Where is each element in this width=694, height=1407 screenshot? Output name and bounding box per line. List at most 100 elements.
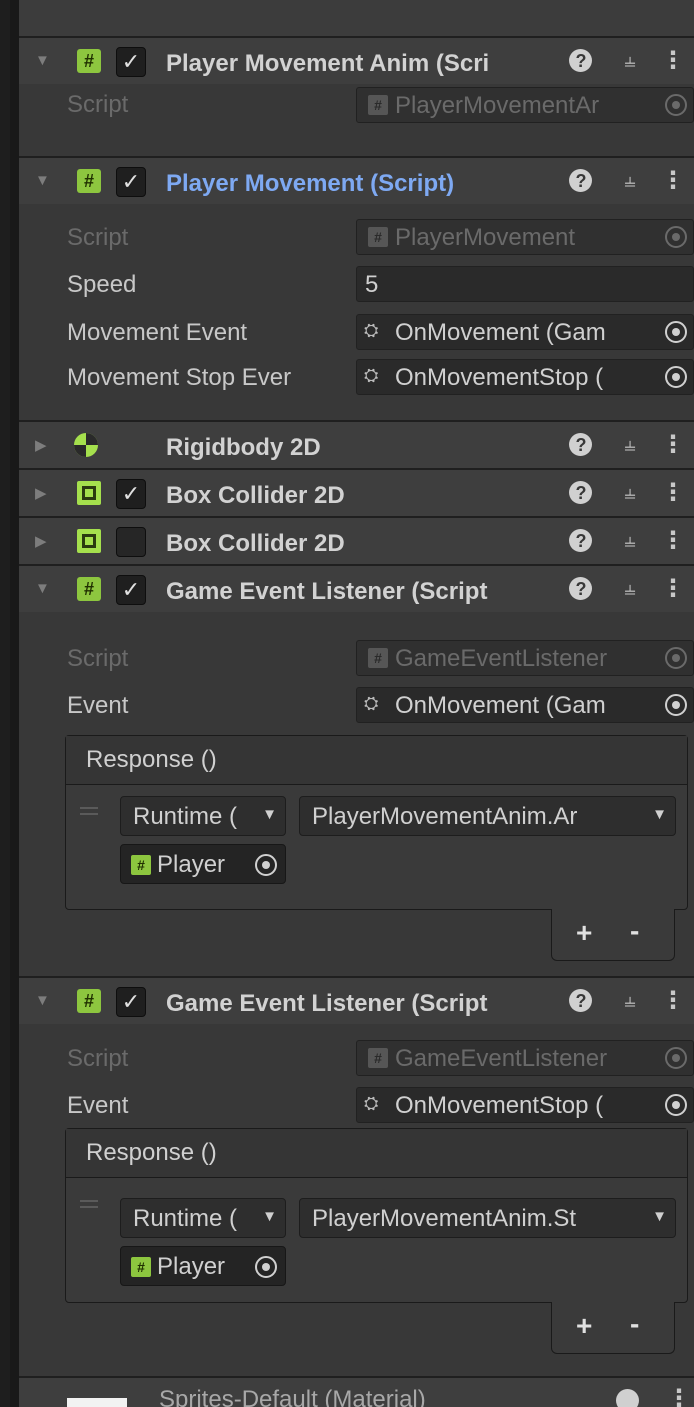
component-body: Script # GameEventListener Event ⛭ OnMov…	[19, 1024, 694, 1374]
script-object-field: # PlayerMovementAr	[356, 87, 694, 123]
event-field[interactable]: ⛭ OnMovementStop (	[356, 1087, 694, 1123]
field-label: Event	[67, 692, 129, 719]
foldout-arrow-icon[interactable]: ▼	[35, 52, 55, 69]
unity-event-header: Response ()	[66, 736, 687, 785]
help-icon[interactable]: ?	[568, 48, 594, 74]
field-label: Movement Event	[67, 319, 248, 346]
material-header[interactable]: Sprites-Default (Material) ⋮	[19, 1376, 694, 1407]
foldout-arrow-icon[interactable]: ▼	[35, 172, 55, 189]
scriptable-object-icon: ⛭	[364, 1093, 379, 1113]
component-enabled-checkbox[interactable]: ✓	[116, 47, 146, 77]
add-listener-button[interactable]: +	[576, 1310, 592, 1342]
component-title: Game Event Listener (Script	[166, 990, 488, 1017]
component-header[interactable]: ▶ Box Collider 2D ? ⫨ ⋮	[19, 516, 694, 564]
function-dropdown[interactable]: PlayerMovementAnim.St ▼	[299, 1198, 676, 1238]
help-icon[interactable]: ?	[568, 528, 594, 554]
inspector-panel: ▼ # ✓ Player Movement Anim (Scri ? ⫨ ⋮ S…	[19, 0, 694, 1407]
event-field[interactable]: ⛭ OnMovement (Gam	[356, 687, 694, 723]
kebab-menu-icon[interactable]: ⋮	[661, 48, 685, 74]
foldout-arrow-icon[interactable]: ▶	[35, 532, 55, 550]
foldout-arrow-icon[interactable]: ▶	[35, 436, 55, 454]
foldout-arrow-icon[interactable]: ▼	[35, 992, 55, 1009]
object-field-value: OnMovementStop (	[395, 1092, 604, 1119]
script-icon: #	[368, 1048, 388, 1068]
help-icon[interactable]: ?	[568, 432, 594, 458]
function-dropdown[interactable]: PlayerMovementAnim.Ar ▼	[299, 796, 676, 836]
object-field-value: PlayerMovement	[395, 224, 576, 251]
component-header[interactable]: ▶ Rigidbody 2D ? ⫨ ⋮	[19, 420, 694, 468]
object-field-value: OnMovement (Gam	[395, 692, 606, 719]
help-icon[interactable]: ?	[568, 576, 594, 602]
help-icon[interactable]	[615, 1388, 641, 1407]
field-label: Movement Stop Ever	[67, 364, 292, 391]
presets-icon[interactable]: ⫨	[617, 48, 643, 74]
object-picker-icon[interactable]	[665, 694, 687, 716]
drag-handle-icon[interactable]	[80, 807, 98, 815]
script-icon: #	[77, 577, 101, 601]
presets-icon[interactable]: ⫨	[617, 576, 643, 602]
foldout-arrow-icon[interactable]: ▶	[35, 484, 55, 502]
component-header[interactable]: ▼ # ✓ Player Movement (Script) ? ⫨ ⋮	[19, 156, 694, 204]
scriptable-object-icon: ⛭	[364, 693, 379, 713]
target-object-field[interactable]: # Player	[120, 1246, 286, 1286]
kebab-menu-icon[interactable]: ⋮	[661, 528, 685, 554]
material-preview-icon	[67, 1398, 127, 1407]
object-picker-icon[interactable]	[255, 1256, 277, 1278]
component-body: Script # PlayerMovementAr	[19, 84, 694, 126]
object-picker-icon[interactable]	[665, 1094, 687, 1116]
object-picker-icon	[665, 226, 687, 248]
presets-icon[interactable]: ⫨	[617, 432, 643, 458]
object-picker-icon[interactable]	[665, 321, 687, 343]
component-enabled-checkbox[interactable]	[116, 527, 146, 557]
component-enabled-checkbox[interactable]: ✓	[116, 575, 146, 605]
help-icon[interactable]: ?	[568, 988, 594, 1014]
script-icon: #	[368, 95, 388, 115]
component-enabled-checkbox[interactable]: ✓	[116, 987, 146, 1017]
kebab-menu-icon[interactable]: ⋮	[661, 576, 685, 602]
object-picker-icon[interactable]	[255, 854, 277, 876]
component-enabled-checkbox[interactable]: ✓	[116, 479, 146, 509]
inspector-top-remnant	[19, 0, 694, 38]
kebab-menu-icon[interactable]: ⋮	[667, 1384, 691, 1407]
dropdown-caret-icon: ▼	[262, 1208, 277, 1225]
field-label: Script	[67, 1045, 129, 1072]
kebab-menu-icon[interactable]: ⋮	[661, 988, 685, 1014]
kebab-menu-icon[interactable]: ⋮	[661, 432, 685, 458]
presets-icon[interactable]: ⫨	[617, 480, 643, 506]
presets-icon[interactable]: ⫨	[617, 528, 643, 554]
field-label: Script	[67, 224, 129, 251]
component-header[interactable]: ▼ # ✓ Game Event Listener (Script ? ⫨ ⋮	[19, 564, 694, 612]
remove-listener-button[interactable]: -	[630, 1308, 639, 1340]
kebab-menu-icon[interactable]: ⋮	[661, 480, 685, 506]
foldout-arrow-icon[interactable]: ▼	[35, 580, 55, 597]
target-object-field[interactable]: # Player	[120, 844, 286, 884]
runtime-dropdown[interactable]: Runtime ( ▼	[120, 1198, 286, 1238]
speed-input[interactable]: 5	[356, 266, 694, 302]
presets-icon[interactable]: ⫨	[617, 168, 643, 194]
add-listener-button[interactable]: +	[576, 917, 592, 949]
component-header[interactable]: ▼ # ✓ Game Event Listener (Script ? ⫨ ⋮	[19, 976, 694, 1024]
script-icon: #	[77, 989, 101, 1013]
component-header[interactable]: ▶ ✓ Box Collider 2D ? ⫨ ⋮	[19, 468, 694, 516]
runtime-dropdown-value: Runtime (	[133, 803, 238, 830]
object-picker-icon	[665, 647, 687, 669]
scriptable-object-icon: ⛭	[364, 365, 379, 385]
help-icon[interactable]: ?	[568, 480, 594, 506]
drag-handle-icon[interactable]	[80, 1200, 98, 1208]
runtime-dropdown[interactable]: Runtime ( ▼	[120, 796, 286, 836]
object-picker-icon[interactable]	[665, 366, 687, 388]
kebab-menu-icon[interactable]: ⋮	[661, 168, 685, 194]
movement-stop-event-field[interactable]: ⛭ OnMovementStop (	[356, 359, 694, 395]
component-enabled-checkbox[interactable]: ✓	[116, 167, 146, 197]
unity-event-header: Response ()	[66, 1129, 687, 1178]
script-object-field: # GameEventListener	[356, 1040, 694, 1076]
component-header[interactable]: ▼ # ✓ Player Movement Anim (Scri ? ⫨ ⋮	[19, 36, 694, 84]
presets-icon[interactable]: ⫨	[617, 988, 643, 1014]
field-label: Script	[67, 91, 129, 118]
movement-event-field[interactable]: ⛭ OnMovement (Gam	[356, 314, 694, 350]
help-icon[interactable]: ?	[568, 168, 594, 194]
object-field-value: OnMovementStop (	[395, 364, 604, 391]
window-left-border	[10, 0, 19, 1407]
object-field-value: OnMovement (Gam	[395, 319, 606, 346]
remove-listener-button[interactable]: -	[630, 915, 639, 947]
